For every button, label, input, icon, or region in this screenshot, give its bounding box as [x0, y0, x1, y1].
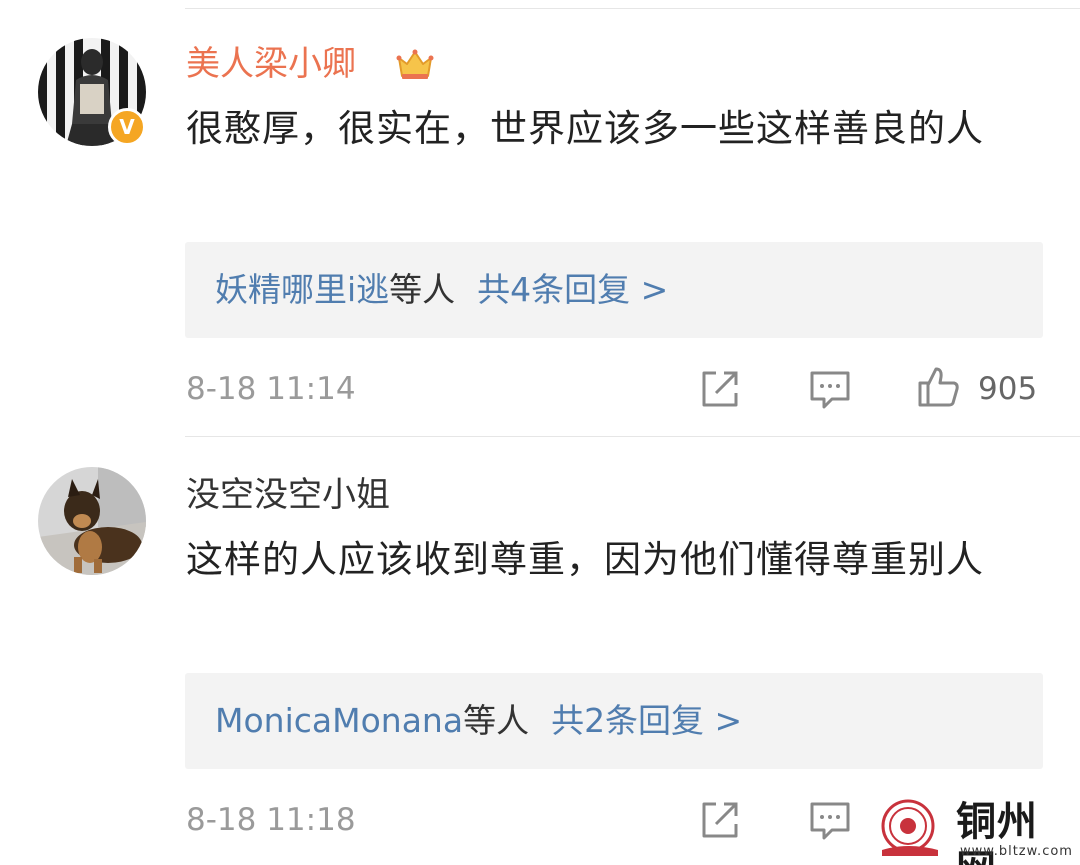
comment-icon[interactable]: [808, 367, 852, 411]
share-icon[interactable]: [698, 798, 742, 842]
replies-summary-text: 妖精哪里i逃等人 共4条回复 >: [215, 266, 668, 314]
top-divider: [185, 8, 1080, 9]
comment-text: 很憨厚，很实在，世界应该多一些这样善良的人: [186, 107, 984, 150]
crown-icon: [396, 49, 434, 79]
share-icon[interactable]: [698, 367, 742, 411]
avatar[interactable]: [38, 467, 146, 575]
reply-count-link[interactable]: 共2条回复 >: [551, 701, 742, 740]
timestamp: 8-18 11:14: [186, 371, 356, 407]
replies-summary[interactable]: MonicaMonana等人 共2条回复 >: [185, 673, 1043, 769]
verified-badge-icon: V: [108, 108, 146, 146]
thumbs-up-icon[interactable]: [916, 365, 960, 409]
avatar-image: [38, 467, 146, 575]
username[interactable]: 没空没空小姐: [186, 473, 390, 517]
site-watermark: 铜州网 www.bltzw.com: [878, 798, 1078, 865]
reply-user-link[interactable]: 妖精哪里i逃: [215, 270, 389, 309]
replies-summary-text: MonicaMonana等人 共2条回复 >: [215, 697, 742, 745]
reply-user-link[interactable]: MonicaMonana: [215, 701, 463, 740]
watermark-url: www.bltzw.com: [960, 844, 1073, 859]
comment-feed: V 美人梁小卿 很憨厚，很实在，世界应该多一些这样善良的人 妖精哪里i逃等人 共4…: [0, 0, 1080, 865]
timestamp: 8-18 11:18: [186, 802, 356, 838]
comment-text: 这样的人应该收到尊重，因为他们懂得尊重别人: [186, 538, 984, 581]
replies-suffix: 等人: [463, 701, 530, 740]
watermark-seal-icon: [881, 799, 938, 856]
comment-icon[interactable]: [808, 798, 852, 842]
like-count: 905: [978, 371, 1038, 407]
replies-suffix: 等人: [389, 270, 456, 309]
reply-count-link[interactable]: 共4条回复 >: [477, 270, 668, 309]
replies-summary[interactable]: 妖精哪里i逃等人 共4条回复 >: [185, 242, 1043, 338]
comment-divider: [185, 436, 1080, 437]
username[interactable]: 美人梁小卿: [186, 42, 356, 86]
